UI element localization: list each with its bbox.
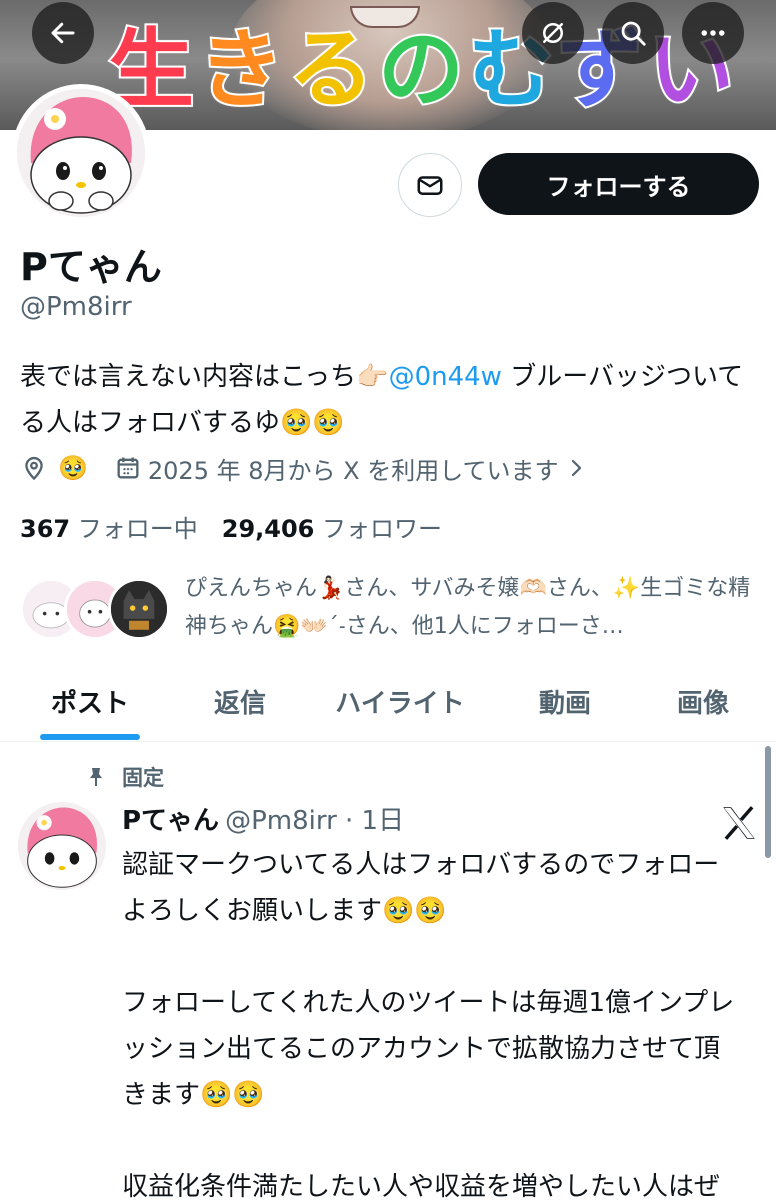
pin-icon: [90, 768, 102, 786]
location-pin-icon: [25, 456, 43, 481]
arrow-left-icon: [51, 22, 75, 44]
bio-text: 表では言えない内容はこっち👉🏻: [20, 362, 389, 392]
following-link[interactable]: 367 フォロー中: [20, 509, 198, 544]
melody-character-icon: [17, 89, 145, 217]
bio-mention-link[interactable]: @0n44w: [389, 362, 502, 392]
following-label: フォロー中: [77, 514, 198, 543]
followers-count: 29,406: [221, 514, 315, 543]
profile-meta: 🥹 2025 年 8月から X を利用しています: [20, 448, 588, 488]
chevron-right-icon[interactable]: [564, 456, 588, 480]
scrollbar[interactable]: [765, 746, 771, 858]
search-button[interactable]: [602, 2, 664, 64]
tab-highlights[interactable]: ハイライト: [300, 660, 500, 742]
back-button[interactable]: [32, 2, 94, 64]
profile-tabs: ポスト 返信 ハイライト 動画 画像: [0, 660, 776, 742]
x-logo-icon[interactable]: [718, 802, 760, 844]
profile-avatar[interactable]: [12, 84, 150, 222]
more-icon: [701, 30, 725, 36]
tab-posts[interactable]: ポスト: [0, 660, 180, 742]
post-author-avatar[interactable]: [18, 802, 106, 890]
followers-you-know-text: ぴえんちゃん💃🏻さん、サバみそ嬢🫶🏻さん、✨生ゴミな精神ちゃん🤮👐🏻ˊ˗さん、他…: [185, 576, 751, 639]
followers-label: フォロワー: [322, 514, 443, 543]
tab-replies[interactable]: 返信: [180, 660, 300, 742]
search-icon: [621, 21, 646, 46]
follower-avatar-image: [111, 581, 167, 637]
post-text: 認証マークついてる人はフォロバするのでフォローよろしくお願いします🥹🥹 フォロー…: [122, 850, 735, 1200]
follow-counts: 367 フォロー中 29,406 フォロワー: [20, 506, 442, 546]
profile-bio: 表では言えない内容はこっち👉🏻@0n44w ブルーバッジついてる人はフォロバする…: [20, 354, 760, 446]
mute-filter-button[interactable]: [522, 2, 584, 64]
followers-link[interactable]: 29,406 フォロワー: [222, 509, 442, 544]
calendar-icon: [117, 457, 139, 479]
avatar-image: [17, 89, 145, 217]
melody-character-icon: [18, 802, 106, 890]
pinned-indicator: 固定: [84, 762, 164, 792]
post-header: Pてゃん @Pm8irr · 1日: [122, 800, 404, 842]
follower-avatar: [108, 578, 170, 640]
mail-icon: [417, 176, 443, 195]
following-count: 367: [20, 514, 71, 543]
follow-button[interactable]: フォローする: [478, 153, 759, 215]
banner-char: の: [376, 18, 466, 122]
more-options-button[interactable]: [682, 2, 744, 64]
eye-slash-icon: [543, 23, 563, 43]
followers-you-know[interactable]: ぴえんちゃん💃🏻さん、サバみそ嬢🫶🏻さん、✨生ゴミな精神ちゃん🤮👐🏻ˊ˗さん、他…: [20, 570, 760, 648]
active-tab-indicator: [40, 734, 140, 740]
profile-handle: @Pm8irr: [20, 292, 132, 322]
tab-videos[interactable]: 動画: [500, 660, 630, 742]
location-text: 🥹: [58, 454, 88, 482]
joined-date: 2025 年 8月から X を利用しています: [147, 456, 559, 485]
profile-name: Pてゃん: [20, 245, 162, 289]
post-author-handle-time[interactable]: @Pm8irr · 1日: [225, 800, 404, 842]
banner-char: る: [286, 18, 376, 122]
pinned-label: 固定: [122, 766, 164, 790]
tab-images[interactable]: 画像: [630, 660, 776, 742]
banner-char: き: [196, 18, 286, 122]
post-author-name[interactable]: Pてゃん: [122, 800, 219, 842]
message-button[interactable]: [398, 153, 462, 217]
